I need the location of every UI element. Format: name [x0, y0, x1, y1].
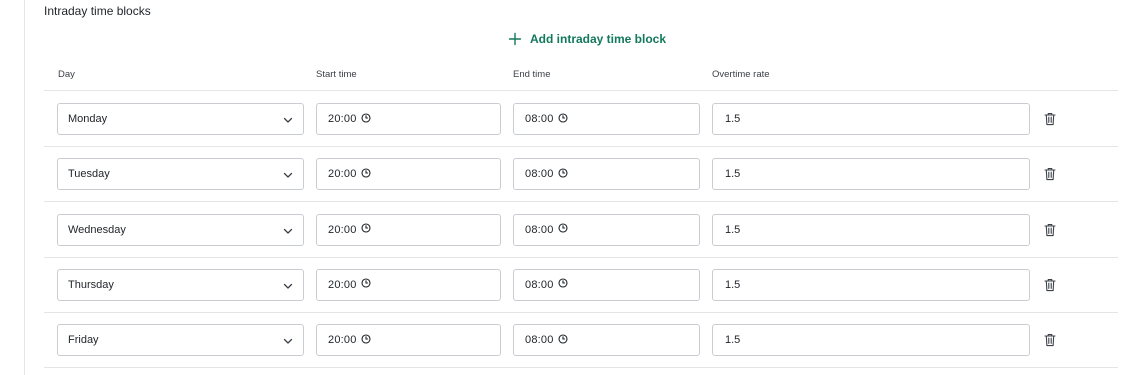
day-select-value: Wednesday: [68, 223, 126, 236]
end-time-input[interactable]: 08:00: [513, 213, 700, 246]
clock-icon: [557, 334, 568, 347]
start-time-value: 20:00: [328, 334, 357, 347]
overtime-rate-value: 1.5: [725, 334, 741, 347]
end-time-value: 08:00: [525, 334, 554, 347]
day-select[interactable]: Wednesday: [57, 213, 304, 246]
day-select[interactable]: Monday: [57, 103, 304, 135]
overtime-rate-input[interactable]: 1.5: [712, 103, 1030, 135]
row-divider: [44, 367, 1118, 369]
end-time-input[interactable]: 08:00: [513, 268, 700, 301]
column-header-start-time: Start time: [316, 69, 357, 80]
trash-icon[interactable]: [1044, 112, 1058, 128]
trash-icon[interactable]: [1044, 333, 1058, 349]
chevron-down-icon: [283, 226, 293, 239]
start-time-value: 20:00: [328, 223, 357, 236]
panel-left-border: [24, 0, 25, 375]
start-time-input[interactable]: 20:00: [316, 324, 501, 357]
day-select-value: Thursday: [68, 278, 114, 291]
overtime-rate-input[interactable]: 1.5: [712, 268, 1030, 301]
end-time-value: 08:00: [525, 223, 554, 236]
clock-icon: [360, 278, 371, 291]
chevron-down-icon: [283, 336, 293, 349]
end-time-input[interactable]: 08:00: [513, 324, 700, 357]
section-title: Intraday time blocks: [44, 4, 151, 18]
table-row: Friday 20:00 08:00 1.5: [44, 312, 1118, 369]
column-header-day: Day: [58, 69, 75, 80]
trash-icon[interactable]: [1044, 167, 1058, 183]
chevron-down-icon: [283, 115, 293, 128]
add-intraday-time-block-button[interactable]: Add intraday time block: [508, 30, 666, 48]
plus-icon: [508, 32, 522, 46]
trash-icon[interactable]: [1044, 278, 1058, 294]
start-time-input[interactable]: 20:00: [316, 213, 501, 246]
start-time-value: 20:00: [328, 278, 357, 291]
start-time-input[interactable]: 20:00: [316, 103, 501, 135]
table-row: Monday 20:00 08:00 1.5: [44, 91, 1118, 147]
day-select[interactable]: Tuesday: [57, 158, 304, 191]
start-time-input[interactable]: 20:00: [316, 158, 501, 191]
trash-icon[interactable]: [1044, 223, 1058, 239]
overtime-rate-value: 1.5: [725, 168, 741, 181]
overtime-rate-value: 1.5: [725, 113, 741, 125]
clock-icon: [557, 168, 568, 181]
start-time-value: 20:00: [328, 168, 357, 181]
table-row: Wednesday 20:00 08:00 1.5: [44, 202, 1118, 258]
day-select-value: Tuesday: [68, 168, 110, 181]
chevron-down-icon: [283, 170, 293, 183]
column-header-overtime-rate: Overtime rate: [712, 69, 770, 80]
start-time-value: 20:00: [328, 113, 357, 125]
clock-icon: [557, 223, 568, 236]
overtime-rate-input[interactable]: 1.5: [712, 324, 1030, 357]
table-row: Tuesday 20:00 08:00 1.5: [44, 146, 1118, 203]
end-time-input[interactable]: 08:00: [513, 158, 700, 191]
day-select[interactable]: Friday: [57, 324, 304, 357]
clock-icon: [360, 112, 371, 126]
day-select-value: Friday: [68, 334, 99, 347]
end-time-value: 08:00: [525, 168, 554, 181]
start-time-input[interactable]: 20:00: [316, 268, 501, 301]
clock-icon: [557, 278, 568, 291]
clock-icon: [360, 168, 371, 181]
clock-icon: [360, 334, 371, 347]
column-header-end-time: End time: [513, 69, 551, 80]
day-select-value: Monday: [68, 113, 108, 125]
clock-icon: [360, 223, 371, 236]
add-button-label: Add intraday time block: [530, 32, 667, 46]
overtime-rate-input[interactable]: 1.5: [712, 213, 1030, 246]
overtime-rate-input[interactable]: 1.5: [712, 158, 1030, 191]
clock-icon: [557, 112, 568, 126]
overtime-rate-value: 1.5: [725, 223, 741, 236]
overtime-rate-value: 1.5: [725, 278, 741, 291]
chevron-down-icon: [283, 281, 293, 294]
day-select[interactable]: Thursday: [57, 268, 304, 301]
end-time-value: 08:00: [525, 278, 554, 291]
table-row: Thursday 20:00 08:00 1.5: [44, 257, 1118, 313]
end-time-input[interactable]: 08:00: [513, 103, 700, 135]
end-time-value: 08:00: [525, 113, 554, 125]
